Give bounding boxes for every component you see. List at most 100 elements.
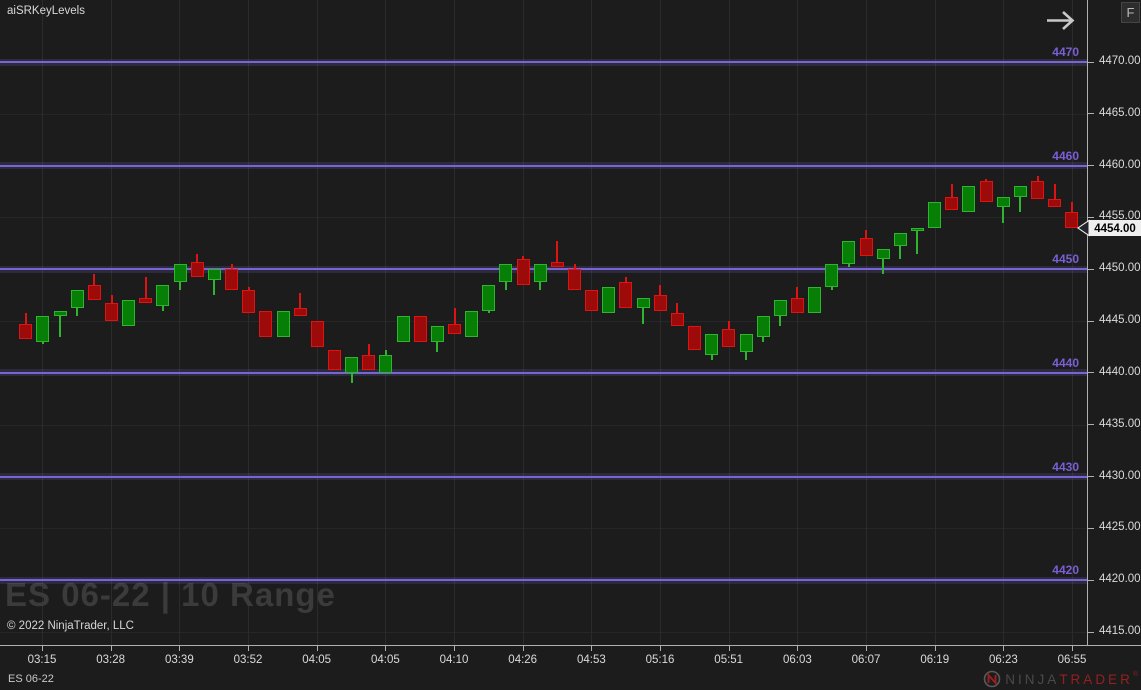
candle-body <box>105 303 118 321</box>
candle-body <box>722 329 735 347</box>
candle-body <box>757 316 770 337</box>
time-axis-label: 03:28 <box>89 654 133 666</box>
time-axis-label: 04:05 <box>363 654 407 666</box>
time-axis-label: 04:10 <box>432 654 476 666</box>
key-level-label: 4440 <box>1052 356 1079 370</box>
vertical-gridline <box>591 0 592 645</box>
vertical-gridline <box>523 0 524 645</box>
price-axis-label: 4425.00 <box>1099 521 1141 533</box>
f-key-button[interactable]: F <box>1121 2 1140 23</box>
candle-body <box>1048 199 1061 207</box>
candle-body <box>808 287 821 313</box>
candle-body <box>928 202 941 228</box>
price-axis-label: 4420.00 <box>1099 573 1141 585</box>
price-axis[interactable]: 4470.004465.004460.004455.004450.004445.… <box>1087 0 1141 645</box>
candle-body <box>259 311 272 337</box>
time-axis-label: 06:07 <box>844 654 888 666</box>
time-axis-label: 03:52 <box>226 654 270 666</box>
price-axis-tick <box>1088 372 1094 373</box>
tab-es-06-22[interactable]: ES 06-22 <box>8 673 54 685</box>
key-level-line <box>0 61 1087 63</box>
svg-text:4454.00: 4454.00 <box>1094 223 1136 235</box>
candle-body <box>1014 186 1027 196</box>
time-axis-label: 05:16 <box>638 654 682 666</box>
time-axis-tick <box>317 646 318 651</box>
candle-body <box>294 308 307 316</box>
indicator-label: aiSRKeyLevels <box>7 5 85 17</box>
candle-wick <box>916 228 918 254</box>
candle-body <box>397 316 410 342</box>
horizontal-gridline <box>0 321 1087 322</box>
price-axis-label: 4450.00 <box>1099 262 1141 274</box>
candle-body <box>71 290 84 308</box>
candle-body <box>568 269 581 290</box>
candle-body <box>585 290 598 311</box>
candle-body <box>860 238 873 256</box>
horizontal-gridline <box>0 425 1087 426</box>
time-axis-tick <box>866 646 867 651</box>
candle-body <box>551 262 564 267</box>
candle-body <box>1031 181 1044 199</box>
time-axis-label: 06:23 <box>981 654 1025 666</box>
time-axis-tick <box>729 646 730 651</box>
time-axis-label: 05:51 <box>707 654 751 666</box>
price-chart-plot[interactable]: aiSRKeyLevels ES 06-22 | 10 Range © 2022… <box>0 0 1087 645</box>
time-axis-tick <box>797 646 798 651</box>
price-axis-tick <box>1088 424 1094 425</box>
candle-body <box>842 241 855 264</box>
time-axis[interactable]: 03:1503:2803:3903:5204:0504:0504:1004:26… <box>0 645 1141 669</box>
candle-body <box>191 262 204 278</box>
candle-body <box>208 269 221 279</box>
candle-body <box>139 298 152 303</box>
time-axis-label: 06:55 <box>1050 654 1094 666</box>
price-axis-label: 4470.00 <box>1099 55 1141 67</box>
candle-body <box>54 311 67 316</box>
candle-body <box>174 264 187 282</box>
horizontal-gridline <box>0 528 1087 529</box>
logo-registered-mark: ® <box>1133 671 1138 678</box>
ninjatrader-logo-icon <box>983 670 1001 688</box>
time-axis-tick <box>42 646 43 651</box>
logo-text-trader: TRADER <box>1059 672 1133 687</box>
price-axis-label: 4430.00 <box>1099 470 1141 482</box>
time-axis-tick <box>591 646 592 651</box>
vertical-gridline <box>1072 0 1073 645</box>
candle-body <box>88 285 101 301</box>
price-axis-label: 4440.00 <box>1099 366 1141 378</box>
horizontal-gridline <box>0 632 1087 633</box>
candle-body <box>602 287 615 313</box>
price-axis-tick <box>1088 113 1094 114</box>
time-axis-tick <box>248 646 249 651</box>
candle-body <box>671 313 684 326</box>
candle-body <box>242 290 255 313</box>
time-axis-label: 03:15 <box>20 654 64 666</box>
time-axis-tick <box>454 646 455 651</box>
key-level-label: 4420 <box>1052 563 1079 577</box>
candle-body <box>997 197 1010 207</box>
candle-body <box>619 282 632 308</box>
vertical-gridline <box>179 0 180 645</box>
candle-body <box>877 249 890 259</box>
candle-body <box>345 357 358 373</box>
price-axis-label: 4415.00 <box>1099 625 1141 637</box>
copyright-text: © 2022 NinjaTrader, LLC <box>7 620 134 632</box>
time-axis-tick <box>385 646 386 651</box>
candle-body <box>637 298 650 308</box>
scroll-right-arrow-icon[interactable] <box>1044 7 1078 34</box>
key-level-label: 4430 <box>1052 460 1079 474</box>
candle-body <box>705 334 718 355</box>
price-axis-tick <box>1088 528 1094 529</box>
price-axis-tick <box>1088 165 1094 166</box>
vertical-gridline <box>248 0 249 645</box>
time-axis-tick <box>1003 646 1004 651</box>
candle-body <box>465 311 478 337</box>
vertical-gridline <box>797 0 798 645</box>
horizontal-gridline <box>0 217 1087 218</box>
vertical-gridline <box>660 0 661 645</box>
candle-body <box>688 326 701 349</box>
time-axis-label: 06:19 <box>913 654 957 666</box>
candle-body <box>448 324 461 334</box>
candle-body <box>379 355 392 373</box>
ninjatrader-logo: NINJATRADER® <box>983 670 1138 688</box>
time-axis-label: 04:05 <box>295 654 339 666</box>
